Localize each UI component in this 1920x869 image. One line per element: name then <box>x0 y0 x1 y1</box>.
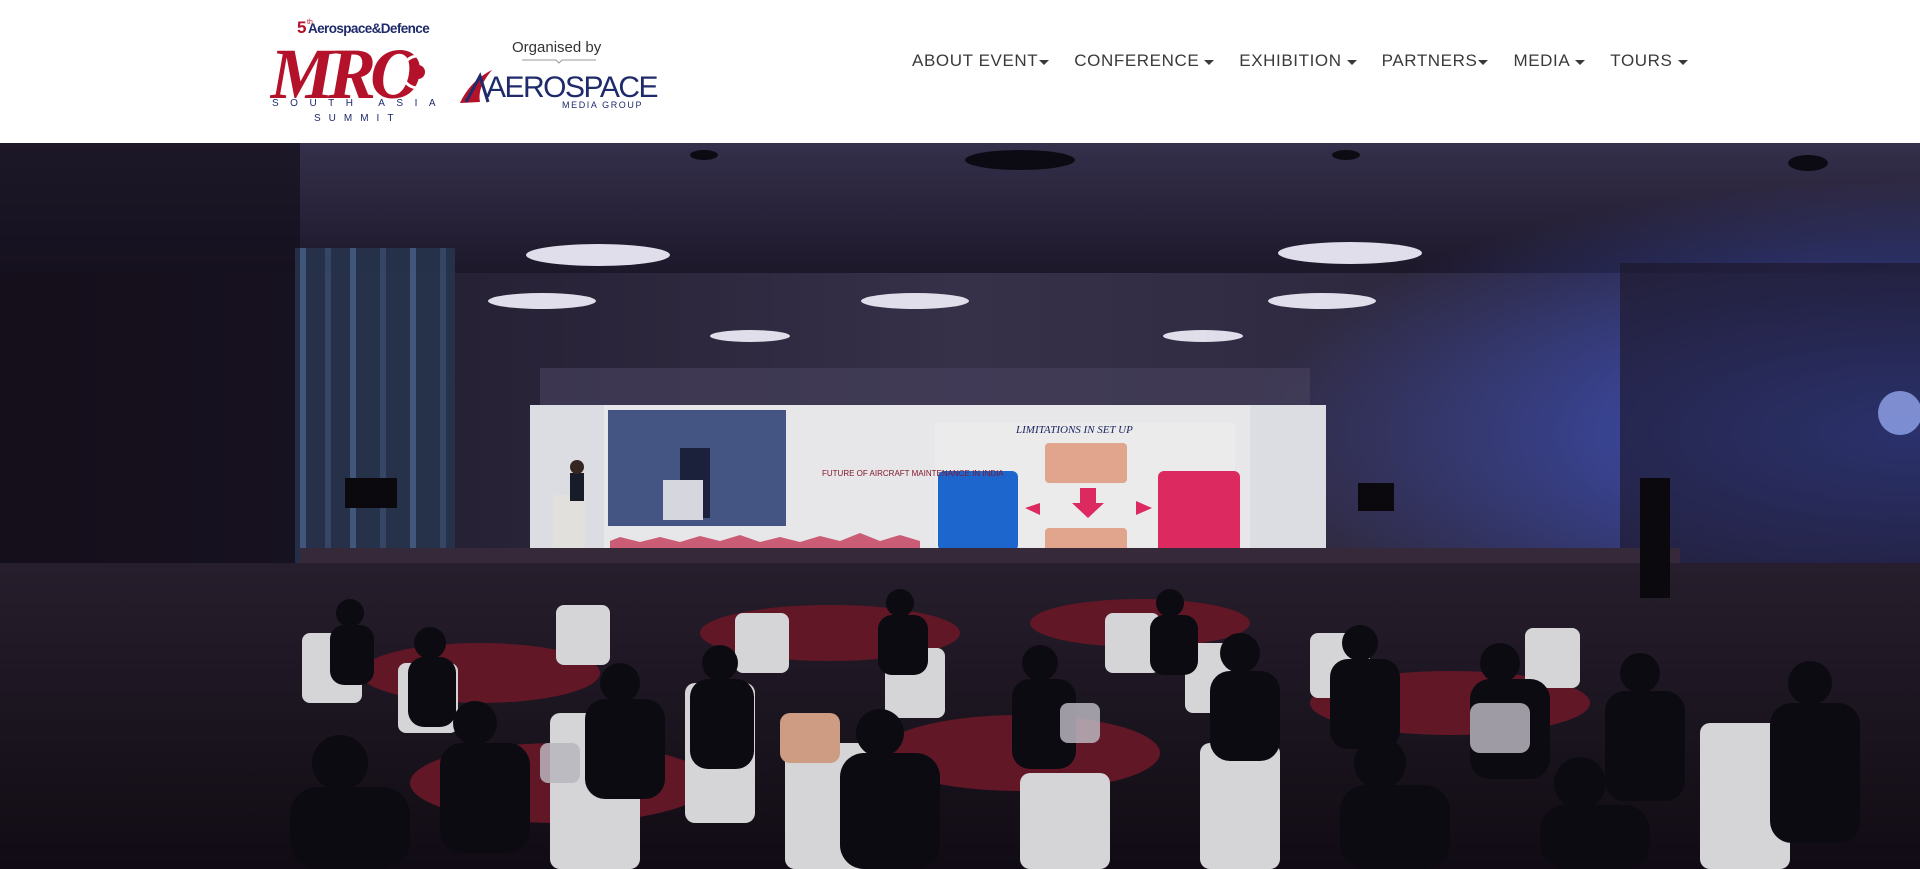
nav-item-partners[interactable]: PARTNERS <box>1382 51 1489 71</box>
hero-conference-photo: LIMITATIONS IN SET UP FUTURE OF AIRCRAFT… <box>0 143 1920 869</box>
nav-label: TOURS <box>1610 51 1673 70</box>
site-header: 5 th Aerospace&Defence MRO SOUTH ASIA SU… <box>0 0 1920 143</box>
logo-ring-core-icon <box>411 65 425 79</box>
caret-down-icon <box>1204 59 1215 65</box>
main-nav: ABOUT EVENT CONFERENCE EXHIBITION PARTNE… <box>912 48 1688 74</box>
nav-item-media[interactable]: MEDIA <box>1513 51 1586 71</box>
caret-down-icon <box>1346 59 1357 65</box>
mro-summit-logo[interactable]: 5 th Aerospace&Defence MRO SOUTH ASIA SU… <box>270 14 450 126</box>
hero-banner: LIMITATIONS IN SET UP FUTURE OF AIRCRAFT… <box>0 143 1920 869</box>
caption-pointer <box>522 59 596 64</box>
nav-label: MEDIA <box>1513 51 1571 70</box>
caret-down-icon <box>1575 59 1586 65</box>
nav-label: EXHIBITION <box>1239 51 1342 70</box>
nav-label: CONFERENCE <box>1074 51 1200 70</box>
logo-event: SUMMIT <box>314 113 401 124</box>
nav-label: ABOUT EVENT <box>912 51 1039 70</box>
caret-down-icon <box>1478 59 1489 65</box>
caret-down-icon <box>1677 59 1688 65</box>
logo-region: SOUTH ASIA <box>272 98 447 109</box>
caret-down-icon <box>1039 59 1050 65</box>
nav-label: PARTNERS <box>1381 51 1478 70</box>
nav-item-tours[interactable]: TOURS <box>1610 51 1688 71</box>
aerospace-media-group-logo[interactable]: Organised by AEROSPACE MEDIA GROUP <box>456 30 662 110</box>
organiser-tagline: MEDIA GROUP <box>562 100 643 110</box>
nav-item-about-event[interactable]: ABOUT EVENT <box>912 51 1050 71</box>
nav-item-conference[interactable]: CONFERENCE <box>1074 51 1215 71</box>
organiser-caption: Organised by <box>512 39 602 56</box>
nav-item-exhibition[interactable]: EXHIBITION <box>1239 51 1357 71</box>
